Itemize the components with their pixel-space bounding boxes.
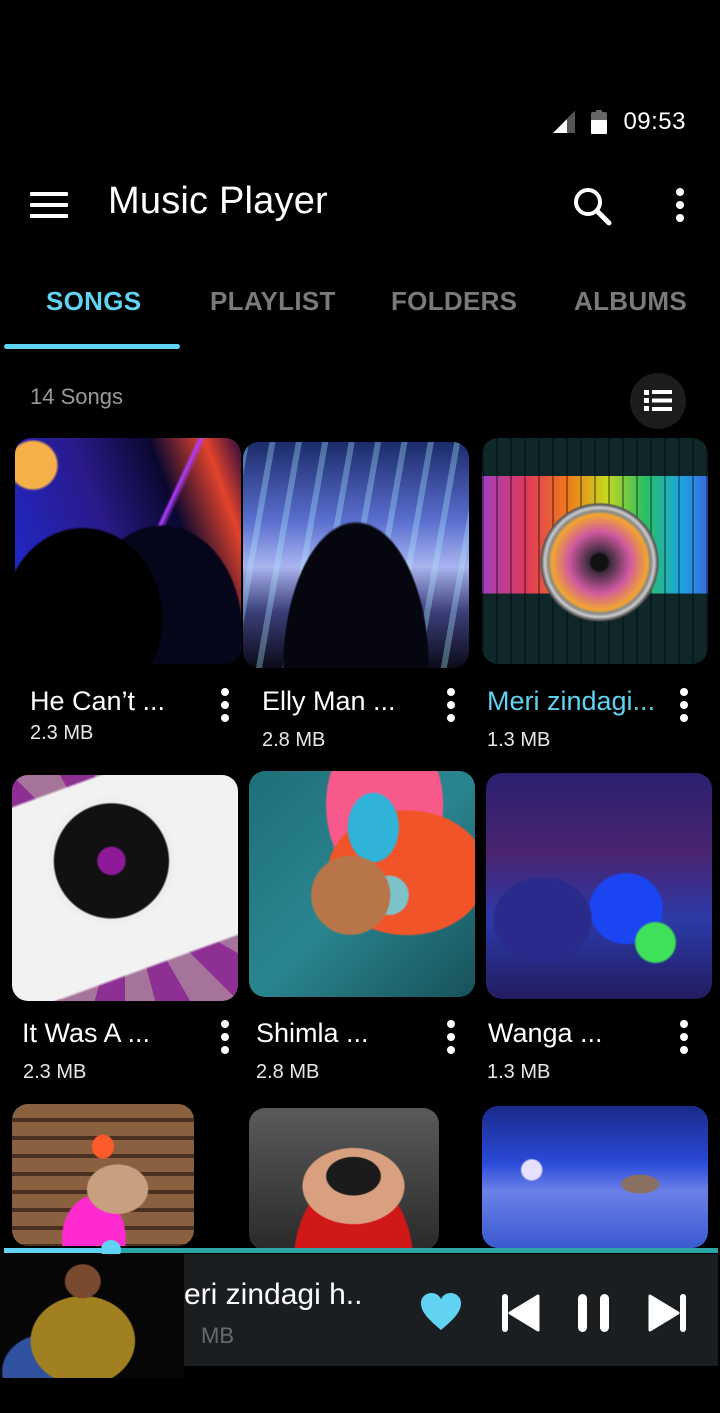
now-playing-art[interactable] [0,1254,184,1378]
active-tab-indicator [4,344,180,349]
album-art-image[interactable] [249,771,475,997]
playback-progress-slider[interactable] [4,1240,718,1260]
song-title: Wanga ... [488,1018,603,1048]
favorite-heart-icon[interactable] [420,1292,462,1332]
album-art-image[interactable] [482,1106,708,1248]
song-more-icon[interactable] [674,688,694,724]
album-art-image[interactable] [15,438,241,664]
song-title: It Was A ... [22,1018,151,1048]
skip-previous-icon[interactable] [500,1292,542,1334]
song-title: Elly Man ... [262,686,396,716]
song-size: 2.3 MB [30,722,94,744]
song-title: Shimla ... [256,1018,369,1048]
battery-icon [591,110,608,134]
pause-icon[interactable] [576,1292,612,1334]
song-size: 1.3 MB [487,729,551,751]
song-size: 1.3 MB [487,1061,551,1083]
tab-songs[interactable]: SONGS [46,286,141,317]
song-size: 2.8 MB [256,1061,320,1083]
status-time: 09:53 [623,108,686,135]
album-art-image[interactable] [482,438,708,664]
progress-fill [4,1248,112,1253]
song-more-icon[interactable] [674,1020,694,1056]
song-size: 2.8 MB [262,729,326,751]
tab-albums[interactable]: ALBUMS [574,286,687,317]
album-art-image[interactable] [12,1104,194,1246]
song-more-icon[interactable] [215,1020,235,1056]
song-more-icon[interactable] [441,1020,461,1056]
cell-signal-icon [553,111,576,133]
app-title: Music Player [108,180,328,222]
search-icon[interactable] [572,186,612,226]
skip-next-icon[interactable] [646,1292,688,1334]
song-title-now-playing: Meri zindagi... [487,686,656,716]
song-size: 2.3 MB [23,1061,87,1083]
song-count: 14 Songs [30,384,123,409]
album-art-image[interactable] [243,442,469,668]
more-vert-icon[interactable] [668,188,692,226]
album-art-image[interactable] [486,773,712,999]
tab-folders[interactable]: FOLDERS [391,286,517,317]
song-more-icon[interactable] [215,688,235,724]
tab-bar: SONGS PLAYLIST FOLDERS ALBUMS [0,278,720,352]
tab-playlist[interactable]: PLAYLIST [210,286,336,317]
status-bar: 09:53 [553,100,686,144]
song-more-icon[interactable] [441,688,461,724]
album-art-image[interactable] [12,775,238,1001]
song-title: He Can’t ... [30,686,166,716]
now-playing-title: eri zindagi h.. [184,1278,363,1311]
album-art-image[interactable] [249,1108,439,1250]
app-bar: Music Player [0,170,720,240]
hamburger-menu-icon[interactable] [30,192,68,220]
list-view-icon [644,390,672,411]
view-toggle-button[interactable] [630,373,686,429]
now-playing-size: MB [201,1323,234,1348]
